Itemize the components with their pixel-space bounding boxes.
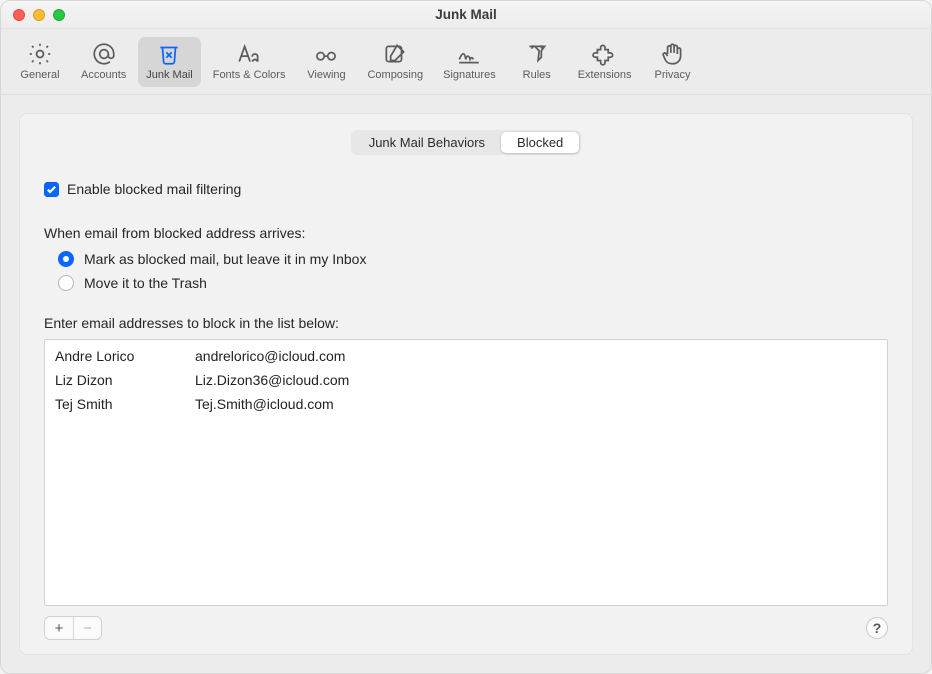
pane-footer: + − ?	[44, 616, 888, 640]
radio-trash-label: Move it to the Trash	[84, 275, 207, 291]
blocked-email: andrelorico@icloud.com	[195, 348, 345, 364]
window-title: Junk Mail	[1, 7, 931, 22]
radio-selected-icon	[58, 251, 74, 267]
checkbox-checked-icon	[44, 182, 59, 197]
toolbar-label: Signatures	[443, 69, 496, 81]
toolbar-fonts-colors[interactable]: Fonts & Colors	[205, 37, 294, 87]
toolbar-extensions[interactable]: Extensions	[570, 37, 640, 87]
list-item[interactable]: Liz Dizon Liz.Dizon36@icloud.com	[45, 368, 887, 392]
list-item[interactable]: Andre Lorico andrelorico@icloud.com	[45, 340, 887, 368]
glasses-icon	[313, 41, 339, 67]
radio-mark-blocked[interactable]: Mark as blocked mail, but leave it in my…	[58, 251, 888, 267]
toolbar-label: Extensions	[578, 69, 632, 81]
gear-icon	[27, 41, 53, 67]
enable-blocked-label: Enable blocked mail filtering	[67, 181, 241, 197]
fonts-icon	[236, 41, 262, 67]
arrives-label: When email from blocked address arrives:	[44, 225, 888, 241]
puzzle-icon	[592, 41, 618, 67]
blocked-pane: Junk Mail Behaviors Blocked Enable block…	[19, 113, 913, 655]
junk-tabs-segmented: Junk Mail Behaviors Blocked	[351, 130, 582, 155]
toolbar-label: Viewing	[307, 69, 345, 81]
toolbar-label: Rules	[523, 69, 551, 81]
toolbar-label: Privacy	[654, 69, 690, 81]
blocked-addresses-list[interactable]: Andre Lorico andrelorico@icloud.com Liz …	[44, 339, 888, 606]
blocked-email: Liz.Dizon36@icloud.com	[195, 372, 349, 388]
toolbar-privacy[interactable]: Privacy	[644, 37, 702, 87]
at-sign-icon	[91, 41, 117, 67]
titlebar: Junk Mail	[1, 1, 931, 29]
add-button[interactable]: +	[45, 617, 73, 639]
toolbar-label: General	[20, 69, 59, 81]
toolbar-label: Junk Mail	[146, 69, 192, 81]
toolbar-junk-mail[interactable]: Junk Mail	[138, 37, 200, 87]
toolbar-label: Composing	[367, 69, 423, 81]
rules-icon	[524, 41, 550, 67]
toolbar-rules[interactable]: Rules	[508, 37, 566, 87]
help-button[interactable]: ?	[866, 617, 888, 639]
arrives-radio-group: Mark as blocked mail, but leave it in my…	[58, 251, 888, 291]
hand-icon	[660, 41, 686, 67]
list-item[interactable]: Tej Smith Tej.Smith@icloud.com	[45, 392, 887, 416]
enter-addresses-label: Enter email addresses to block in the li…	[44, 315, 888, 331]
question-icon: ?	[873, 620, 882, 636]
remove-button[interactable]: −	[73, 617, 101, 639]
signature-icon	[456, 41, 482, 67]
blocked-name: Liz Dizon	[55, 372, 195, 388]
toolbar-accounts[interactable]: Accounts	[73, 37, 134, 87]
trash-x-icon	[156, 41, 182, 67]
radio-move-trash[interactable]: Move it to the Trash	[58, 275, 888, 291]
enable-blocked-filtering-row[interactable]: Enable blocked mail filtering	[44, 181, 888, 197]
tab-junk-behaviors[interactable]: Junk Mail Behaviors	[353, 132, 501, 153]
preferences-window: Junk Mail General Accounts Junk Mail	[0, 0, 932, 674]
blocked-name: Tej Smith	[55, 396, 195, 412]
toolbar-viewing[interactable]: Viewing	[297, 37, 355, 87]
toolbar-signatures[interactable]: Signatures	[435, 37, 504, 87]
radio-unselected-icon	[58, 275, 74, 291]
plus-icon: +	[55, 621, 64, 636]
toolbar-general[interactable]: General	[11, 37, 69, 87]
compose-icon	[382, 41, 408, 67]
blocked-email: Tej.Smith@icloud.com	[195, 396, 334, 412]
content-area: Junk Mail Behaviors Blocked Enable block…	[1, 95, 931, 673]
blocked-name: Andre Lorico	[55, 348, 195, 364]
preferences-toolbar: General Accounts Junk Mail Fonts & Color…	[1, 29, 931, 95]
minus-icon: −	[83, 621, 92, 636]
add-remove-group: + −	[44, 616, 102, 640]
toolbar-label: Fonts & Colors	[213, 69, 286, 81]
tab-blocked[interactable]: Blocked	[501, 132, 579, 153]
radio-mark-label: Mark as blocked mail, but leave it in my…	[84, 251, 366, 267]
toolbar-composing[interactable]: Composing	[359, 37, 431, 87]
toolbar-label: Accounts	[81, 69, 126, 81]
